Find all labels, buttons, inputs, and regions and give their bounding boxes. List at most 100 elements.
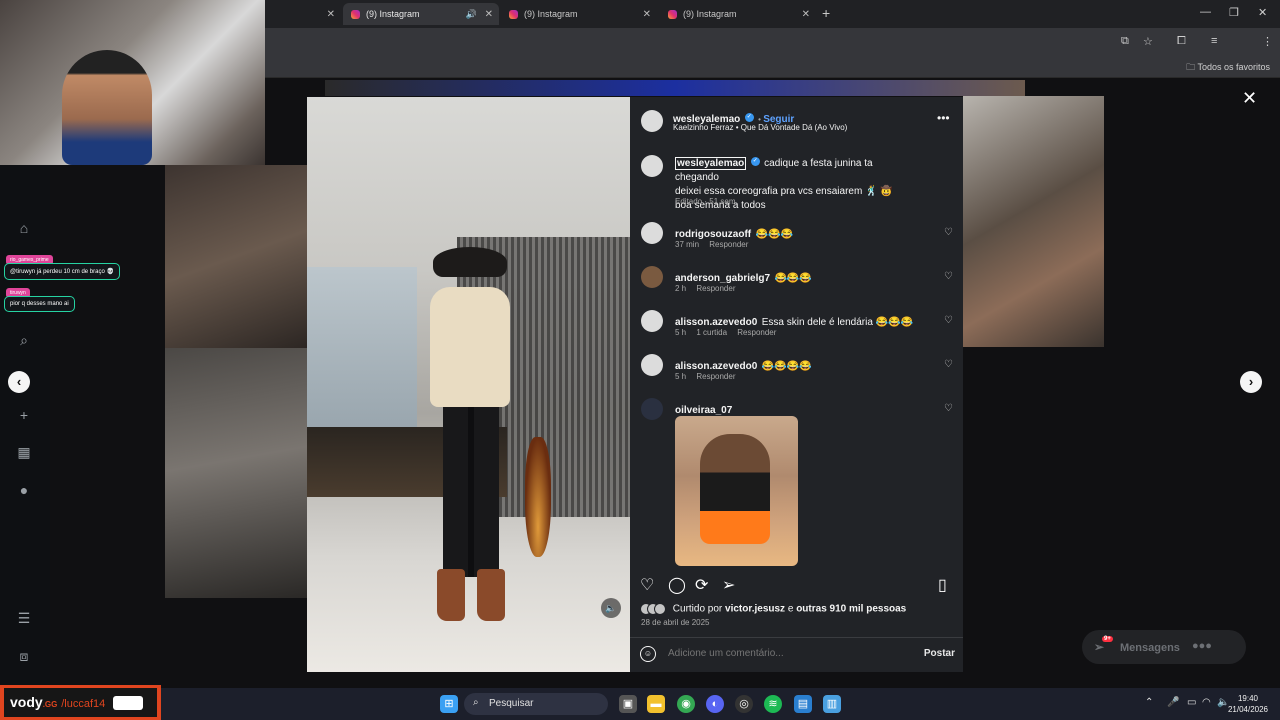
menu-dots-icon[interactable]: ⋮	[1262, 35, 1273, 48]
next-post-button[interactable]: ›	[1240, 371, 1262, 393]
comment-composer: ☺ Postar	[640, 645, 955, 665]
comment-item: anderson_gabrielg7 😂😂😂 2 h Responder ♡	[630, 266, 963, 306]
tab-instagram-2[interactable]: (9) Instagram ✕	[501, 3, 657, 25]
close-tab-icon[interactable]: ✕	[643, 9, 651, 20]
like-comment-heart-icon[interactable]: ♡	[944, 271, 953, 282]
notepad-icon[interactable]: ▥	[823, 695, 841, 713]
post-details-panel: wesleyalemao ✓ • Seguir Kaelzinho Ferraz…	[630, 97, 963, 672]
author-avatar[interactable]	[641, 110, 663, 132]
commenter-avatar[interactable]	[641, 310, 663, 332]
comment-time: 5 h	[675, 372, 687, 381]
commenter-avatar[interactable]	[641, 266, 663, 288]
tab-hidden[interactable]: ✕	[265, 3, 341, 25]
messages-badge: 9+	[1102, 636, 1113, 642]
commenter-username[interactable]: anderson_gabrielg7	[675, 273, 770, 284]
system-clock[interactable]: 19:40 21/04/2026	[1222, 693, 1274, 715]
maximize-icon[interactable]: ❐	[1229, 6, 1239, 19]
wifi-icon[interactable]: ◠	[1202, 697, 1211, 708]
spotify-icon[interactable]: ≋	[764, 695, 782, 713]
like-comment-heart-icon[interactable]: ♡	[944, 403, 953, 414]
messages-label: Mensagens	[1120, 642, 1180, 654]
commenter-username[interactable]: alisson.azevedo0	[675, 317, 757, 328]
volume-icon[interactable]: 🔈	[601, 598, 621, 618]
chrome-icon[interactable]: ◉	[677, 695, 695, 713]
like-comment-heart-icon[interactable]: ♡	[944, 315, 953, 326]
close-modal-icon[interactable]: ✕	[1242, 88, 1257, 109]
close-tab-icon[interactable]: ✕	[802, 9, 810, 20]
reply-button[interactable]: Responder	[709, 240, 748, 249]
bookmark-star-icon[interactable]: ☆	[1143, 35, 1153, 48]
share-icon[interactable]: ➢	[722, 575, 735, 595]
liked-by-others[interactable]: outras 910 mil pessoas	[796, 604, 906, 615]
home-icon[interactable]: ⌂	[16, 220, 32, 236]
comment-input[interactable]	[668, 648, 898, 659]
cast-icon[interactable]: ⧉	[1121, 35, 1129, 48]
repost-icon[interactable]: ⟳	[695, 575, 708, 595]
all-bookmarks-link[interactable]: 🗀 Todos os favoritos	[1186, 60, 1270, 76]
cowboy-figure	[425, 247, 515, 627]
close-tab-icon[interactable]: ✕	[327, 9, 335, 20]
messages-button[interactable]: ➢ 9+ Mensagens ●●●	[1082, 630, 1246, 664]
author-avatar[interactable]	[641, 155, 663, 177]
obs-icon[interactable]: ◎	[735, 695, 753, 713]
close-window-icon[interactable]: ✕	[1258, 6, 1267, 19]
microphone-icon[interactable]: 🎤	[1167, 697, 1179, 708]
extensions-icon[interactable]: ⧠	[1177, 35, 1186, 48]
caption-author[interactable]: wesleyalemao	[675, 157, 747, 170]
new-tab-button[interactable]: +	[822, 5, 830, 21]
comment-meta: 5 h Responder	[675, 372, 744, 381]
file-explorer-icon[interactable]: ▬	[647, 695, 665, 713]
audio-label[interactable]: Kaelzinho Ferraz • Que Dá Vontade Dá (Ao…	[673, 123, 847, 132]
create-icon[interactable]: +	[16, 407, 32, 423]
dashboard-icon[interactable]: ▦	[16, 444, 32, 460]
speaker-icon[interactable]: 🔊	[466, 9, 477, 20]
messages-icon: ➢	[1094, 640, 1105, 654]
threads-icon[interactable]: ⧈	[16, 648, 32, 664]
minimize-icon[interactable]: —	[1200, 6, 1211, 18]
more-options-icon[interactable]: •••	[937, 111, 950, 125]
vody-stream-logo: vody.GG /luccaf14	[0, 685, 161, 720]
liked-by-summary[interactable]: Curtido por victor.jesusz e outras 910 m…	[640, 603, 906, 615]
like-comment-heart-icon[interactable]: ♡	[944, 359, 953, 370]
post-comment-button[interactable]: Postar	[924, 648, 955, 659]
commenter-username[interactable]: alisson.azevedo0	[675, 361, 757, 372]
post-video[interactable]: 🔈	[307, 97, 630, 672]
display-icon[interactable]: ▭	[1187, 697, 1196, 708]
task-view-icon[interactable]: ▣	[619, 695, 637, 713]
brand-name: vody	[10, 694, 43, 710]
comment-likes[interactable]: 1 curtida	[696, 328, 727, 337]
app-icon[interactable]: ▤	[794, 695, 812, 713]
reply-button[interactable]: Responder	[696, 284, 735, 293]
tab-label: (9) Instagram	[366, 9, 420, 19]
liked-by-user[interactable]: victor.jesusz	[725, 604, 785, 615]
previous-post-button[interactable]: ‹	[8, 371, 30, 393]
tab-instagram-3[interactable]: (9) Instagram ✕	[660, 3, 816, 25]
profile-icon[interactable]: ●	[16, 482, 32, 498]
media-control-icon[interactable]: ≡	[1211, 35, 1217, 47]
taskbar-search[interactable]: ⌕ Pesquisar	[464, 693, 608, 715]
search-label: Pesquisar	[489, 698, 534, 709]
commenter-username[interactable]: oilveiraa_07	[675, 405, 732, 416]
tab-instagram-1[interactable]: (9) Instagram 🔊 ✕	[343, 3, 499, 25]
reply-button[interactable]: Responder	[696, 372, 735, 381]
more-menu-icon[interactable]: ☰	[16, 610, 32, 626]
like-heart-icon[interactable]: ♡	[640, 575, 654, 595]
windows-start-icon[interactable]: ⊞	[440, 695, 458, 713]
discord-icon[interactable]: ◐	[706, 695, 724, 713]
liker-avatar	[654, 603, 666, 615]
commenter-avatar[interactable]	[641, 398, 663, 420]
cowboy-boot	[477, 569, 505, 621]
commenter-avatar[interactable]	[641, 222, 663, 244]
like-comment-heart-icon[interactable]: ♡	[944, 227, 953, 238]
commenter-avatar[interactable]	[641, 354, 663, 376]
save-bookmark-icon[interactable]: ▯	[938, 575, 947, 595]
close-tab-icon[interactable]: ✕	[485, 9, 493, 20]
tray-chevron-icon[interactable]: ⌃	[1145, 697, 1153, 708]
dancing-monkey-figure	[700, 434, 770, 544]
search-icon[interactable]: ⌕	[16, 332, 32, 348]
comment-gif[interactable]	[675, 416, 798, 566]
commenter-username[interactable]: rodrigosouzaoff	[675, 229, 751, 240]
reply-button[interactable]: Responder	[737, 328, 776, 337]
comment-icon[interactable]: ◯	[668, 575, 686, 595]
emoji-picker-icon[interactable]: ☺	[640, 646, 656, 662]
